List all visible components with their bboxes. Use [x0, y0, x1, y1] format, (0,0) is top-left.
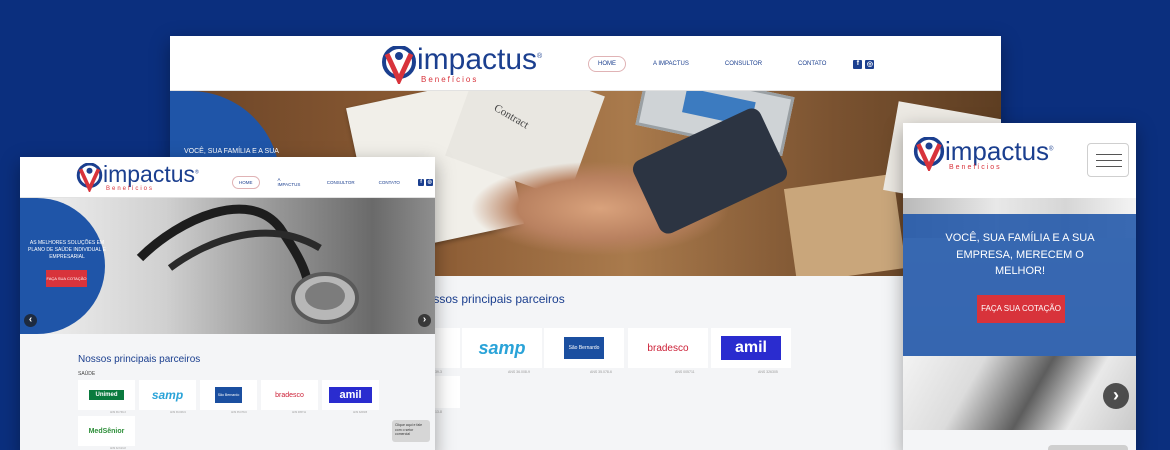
partner-logo-left-partial-2[interactable]: [432, 376, 460, 408]
partner-name: samp: [478, 337, 526, 358]
nav-consultor[interactable]: CONSULTOR: [716, 57, 771, 71]
impactus-logo-icon: [913, 137, 945, 171]
carousel-prev-button[interactable]: ‹: [24, 314, 37, 327]
desktop-header: impactus® Benefícios HOME A IMPACTUS CON…: [170, 36, 1001, 91]
partner-name: amil: [329, 387, 372, 403]
partner-name: Unimed: [89, 390, 124, 400]
partner-logo-sao-bernardo[interactable]: São Bernardo: [200, 380, 257, 410]
partner-logo-samp[interactable]: samp: [139, 380, 196, 410]
mobile-header: impactus® Benefícios: [903, 123, 1136, 198]
mobile-hero-text: VOCÊ, SUA FAMÍLIA E A SUA EMPRESA, MEREC…: [945, 232, 1095, 277]
impactus-logo-icon: [76, 163, 103, 192]
tablet-header: impactus® Benefícios HOME A IMPACTUS CON…: [20, 157, 435, 198]
chat-widget[interactable]: Clique aqui e fale com o setor comercial: [392, 420, 430, 442]
nav-a-impactus[interactable]: A IMPACTUS: [272, 174, 309, 190]
partner-reg: ANS 36.739-3: [110, 411, 126, 414]
tablet-hero: AS MELHORES SOLUÇÕES EM PLANO DE SAÚDE I…: [20, 198, 435, 334]
tablet-quote-button[interactable]: FAÇA SUA COTAÇÃO: [46, 270, 87, 287]
registered-mark: ®: [195, 169, 199, 176]
partner-reg: ANS 35.078-6: [231, 411, 247, 414]
partner-reg: ANS 005711: [675, 370, 695, 374]
carousel-next-button[interactable]: ›: [418, 314, 431, 327]
partner-name: São Bernardo: [563, 337, 605, 359]
partner-logo-bradesco[interactable]: bradesco: [628, 328, 708, 368]
logo-wordmark: impactus: [103, 161, 196, 187]
tablet-partners-title: Nossos principais parceiros: [78, 354, 201, 365]
partner-logo-medsenior[interactable]: MedSênior: [78, 416, 135, 446]
mobile-bottom-bar: [1048, 445, 1128, 450]
mobile-hero: VOCÊ, SUA FAMÍLIA E A SUA EMPRESA, MEREC…: [903, 198, 1136, 430]
desktop-hero-text: VOCÊ, SUA FAMÍLIA E A SUA: [184, 148, 279, 155]
tablet-hero-text: AS MELHORES SOLUÇÕES EM PLANO DE SAÚDE I…: [28, 240, 106, 260]
partner-reg: ANS 326305: [758, 370, 778, 374]
partner-name: bradesco: [647, 342, 689, 354]
instagram-icon[interactable]: ◎: [426, 178, 433, 186]
nav-home[interactable]: HOME: [232, 175, 260, 189]
nav-contato[interactable]: CONTATO: [373, 177, 406, 188]
chat-widget-text: Clique aqui e fale com o setor comercial: [395, 423, 423, 437]
partner-reg: ANS 005711: [292, 411, 306, 414]
partner-name: bradesco: [275, 391, 304, 399]
partner-reg: ANS 36.008-9: [508, 370, 530, 374]
hamburger-menu-button[interactable]: [1087, 143, 1129, 177]
hero-photo-bottom: [903, 356, 1136, 430]
partner-logo-sao-bernardo[interactable]: São Bernardo: [544, 328, 624, 368]
tablet-preview: impactus® Benefícios HOME A IMPACTUS CON…: [20, 157, 435, 450]
tablet-nav: HOME A IMPACTUS CONSULTOR CONTATO f ◎: [232, 174, 435, 190]
logo-tagline: Benefícios: [421, 75, 479, 84]
logo-wordmark: impactus: [417, 43, 538, 76]
registered-mark: ®: [1049, 145, 1054, 152]
tablet-logo[interactable]: impactus® Benefícios: [76, 163, 199, 192]
partner-reg: ANS 35.078-6: [590, 370, 612, 374]
nav-contato[interactable]: CONTATO: [789, 57, 835, 71]
partner-logo-amil[interactable]: amil: [711, 328, 791, 368]
carousel-next-button[interactable]: ›: [1103, 383, 1129, 409]
partner-name: São Bernardo: [214, 387, 243, 403]
mobile-logo[interactable]: impactus® Benefícios: [913, 137, 1053, 171]
desktop-nav: HOME A IMPACTUS CONSULTOR CONTATO f ◎: [588, 56, 877, 72]
contract-text: Contract: [491, 102, 531, 132]
tablet-partners: Nossos principais parceiros SAÚDE Unimed…: [20, 334, 435, 450]
facebook-icon[interactable]: f: [853, 59, 863, 69]
tablet-section-label: SAÚDE: [78, 371, 96, 377]
hamburger-icon: [1096, 154, 1122, 167]
partner-logo-unimed[interactable]: Unimed: [78, 380, 135, 410]
partner-logo-samp[interactable]: samp: [462, 328, 542, 368]
desktop-logo[interactable]: impactus® Benefícios: [381, 45, 542, 84]
registered-mark: ®: [537, 53, 543, 60]
logo-wordmark: impactus: [945, 135, 1050, 166]
mobile-preview: impactus® Benefícios VOCÊ, SUA FAMÍLIA E…: [903, 123, 1136, 450]
partner-logo-left-partial[interactable]: [432, 328, 460, 368]
facebook-icon[interactable]: f: [417, 178, 425, 186]
partner-logo-amil[interactable]: amil: [322, 380, 379, 410]
partner-name: amil: [720, 336, 781, 360]
nav-home[interactable]: HOME: [588, 56, 626, 72]
instagram-icon[interactable]: ◎: [865, 59, 875, 69]
partner-name: MedSênior: [88, 427, 125, 435]
partner-reg: ANS 326305: [353, 411, 368, 414]
mobile-quote-button[interactable]: FAÇA SUA COTAÇÃO: [977, 295, 1065, 323]
partner-logo-bradesco[interactable]: bradesco: [261, 380, 318, 410]
impactus-logo-icon: [382, 45, 416, 84]
nav-a-impactus[interactable]: A IMPACTUS: [644, 57, 698, 71]
desktop-partners-title: Nossos principais parceiros: [418, 292, 565, 306]
partner-reg: ANS 36.008-9: [170, 411, 186, 414]
partner-name: samp: [151, 388, 184, 402]
nav-consultor[interactable]: CONSULTOR: [321, 177, 361, 188]
